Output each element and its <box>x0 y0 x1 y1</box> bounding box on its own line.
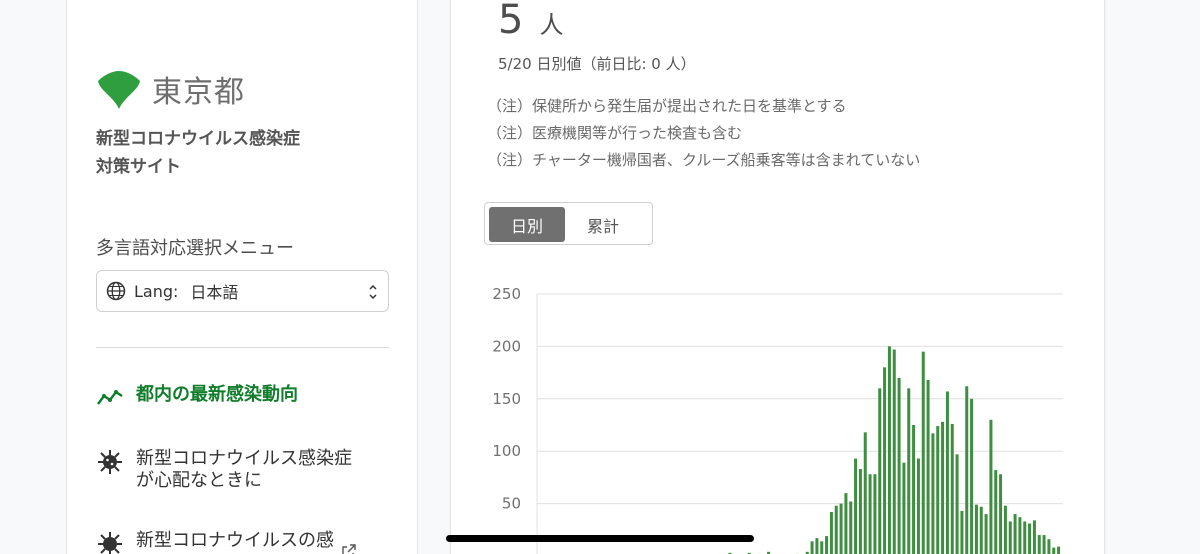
bar[interactable] <box>849 501 853 554</box>
nav-item-latest-trends[interactable]: 都内の最新感染動向 <box>96 384 298 408</box>
bar[interactable] <box>960 510 964 554</box>
bar[interactable] <box>907 388 911 554</box>
bar[interactable] <box>1018 517 1022 554</box>
bar[interactable] <box>936 426 940 554</box>
bar[interactable] <box>965 386 969 554</box>
site-title-line1: 新型コロナウイルス感染症 <box>96 129 300 149</box>
bar[interactable] <box>1047 539 1051 554</box>
bar[interactable] <box>863 432 867 554</box>
bar[interactable] <box>912 425 916 554</box>
bar[interactable] <box>921 351 925 554</box>
nav-item-worried[interactable]: 新型コロナウイルス感染症 が心配なときに <box>96 448 352 492</box>
bar[interactable] <box>897 377 901 554</box>
nav-label: 新型コロナウイルスの感 <box>136 530 334 551</box>
bar[interactable] <box>941 421 945 554</box>
bar[interactable] <box>1032 520 1036 554</box>
language-select[interactable]: Lang: 日本語 <box>96 270 389 312</box>
bar[interactable] <box>883 367 887 554</box>
bar[interactable] <box>1028 523 1032 554</box>
confirmed-cases-card: 5 人 5/20 日別値（前日比: 0 人） （注）保健所から発生届が提出された… <box>450 0 1105 554</box>
nav-label: 都内の最新感染動向 <box>136 384 298 405</box>
sidebar: 東京都 新型コロナウイルス感染症 対策サイト 多言語対応選択メニュー Lang:… <box>66 0 418 554</box>
bar[interactable] <box>829 511 833 554</box>
bar[interactable] <box>974 504 978 554</box>
bar[interactable] <box>825 536 829 554</box>
bar[interactable] <box>873 474 877 554</box>
bar[interactable] <box>1042 535 1046 554</box>
bar[interactable] <box>1013 514 1017 554</box>
bar[interactable] <box>1023 521 1027 554</box>
y-tick-label: 150 <box>492 390 521 408</box>
bar[interactable] <box>926 379 930 554</box>
bar[interactable] <box>979 506 983 554</box>
bar[interactable] <box>970 398 974 554</box>
daily-count: 5 人 <box>498 0 563 43</box>
virus-icon <box>98 532 122 554</box>
lang-value: 日本語 <box>190 283 239 302</box>
bar[interactable] <box>892 349 896 554</box>
bar[interactable] <box>820 541 824 554</box>
daily-value: 5 <box>498 0 524 43</box>
toggle-daily[interactable]: 日別 <box>489 207 565 242</box>
daily-subtext: 5/20 日別値（前日比: 0 人） <box>498 55 696 73</box>
ginkgo-leaf-icon <box>98 71 140 109</box>
bar[interactable] <box>887 346 891 554</box>
daily-cumulative-toggle: 日別 累計 <box>484 202 653 245</box>
site-title-line2: 対策サイト <box>96 157 181 177</box>
bar[interactable] <box>1003 505 1007 554</box>
bar[interactable] <box>955 454 959 554</box>
home-indicator <box>446 535 754 542</box>
bar[interactable] <box>950 423 954 554</box>
bar[interactable] <box>1037 535 1041 554</box>
y-tick-label: 50 <box>502 495 521 513</box>
tokyo-logo[interactable]: 東京都 <box>96 67 245 111</box>
note: （注）チャーター機帰国者、クルーズ船乗客等は含まれていない <box>487 151 921 169</box>
bar[interactable] <box>902 462 906 554</box>
external-link-icon <box>342 544 356 554</box>
y-tick-label: 250 <box>492 285 521 303</box>
bar[interactable] <box>868 474 872 554</box>
chevron-updown-icon <box>369 284 377 300</box>
trend-icon <box>97 390 123 405</box>
bar[interactable] <box>994 470 998 554</box>
bar[interactable] <box>945 391 949 554</box>
notes-list: （注）保健所から発生届が提出された日を基準とする （注）医療機関等が行った検査も… <box>487 93 920 174</box>
bar[interactable] <box>878 388 882 554</box>
nav-label-line1: 新型コロナウイルス感染症 <box>136 448 352 469</box>
bar[interactable] <box>854 458 858 554</box>
daily-cases-bar-chart: 250 200 150 100 50 <box>492 285 1063 554</box>
bar[interactable] <box>984 514 988 554</box>
nav-label-line2: が心配なときに <box>136 470 262 491</box>
nav-item-external[interactable]: 新型コロナウイルスの感 <box>96 530 356 554</box>
virus-icon <box>98 450 122 474</box>
note: （注）保健所から発生届が提出された日を基準とする <box>487 97 847 115</box>
bar[interactable] <box>999 474 1003 554</box>
daily-unit: 人 <box>539 11 564 39</box>
site-title: 新型コロナウイルス感染症 対策サイト <box>96 125 356 181</box>
bar[interactable] <box>989 419 993 554</box>
lang-prefix: Lang: <box>134 281 179 301</box>
bar[interactable] <box>1057 546 1061 554</box>
bar[interactable] <box>834 505 838 554</box>
bar[interactable] <box>844 493 848 554</box>
bar[interactable] <box>916 458 920 554</box>
bar[interactable] <box>1052 547 1056 554</box>
y-tick-label: 200 <box>492 337 521 355</box>
lang-menu-label: 多言語対応選択メニュー <box>96 238 294 259</box>
bar[interactable] <box>1008 521 1012 554</box>
bar[interactable] <box>815 538 819 554</box>
bar[interactable] <box>858 469 862 554</box>
note: （注）医療機関等が行った検査も含む <box>487 124 743 142</box>
y-tick-label: 100 <box>492 442 521 460</box>
bar[interactable] <box>839 503 843 554</box>
bar[interactable] <box>931 433 935 554</box>
logo-text: 東京都 <box>152 75 245 110</box>
bar[interactable] <box>810 541 814 554</box>
globe-icon <box>106 281 126 301</box>
toggle-cumulative[interactable]: 累計 <box>565 207 641 242</box>
sidebar-divider <box>96 347 389 348</box>
